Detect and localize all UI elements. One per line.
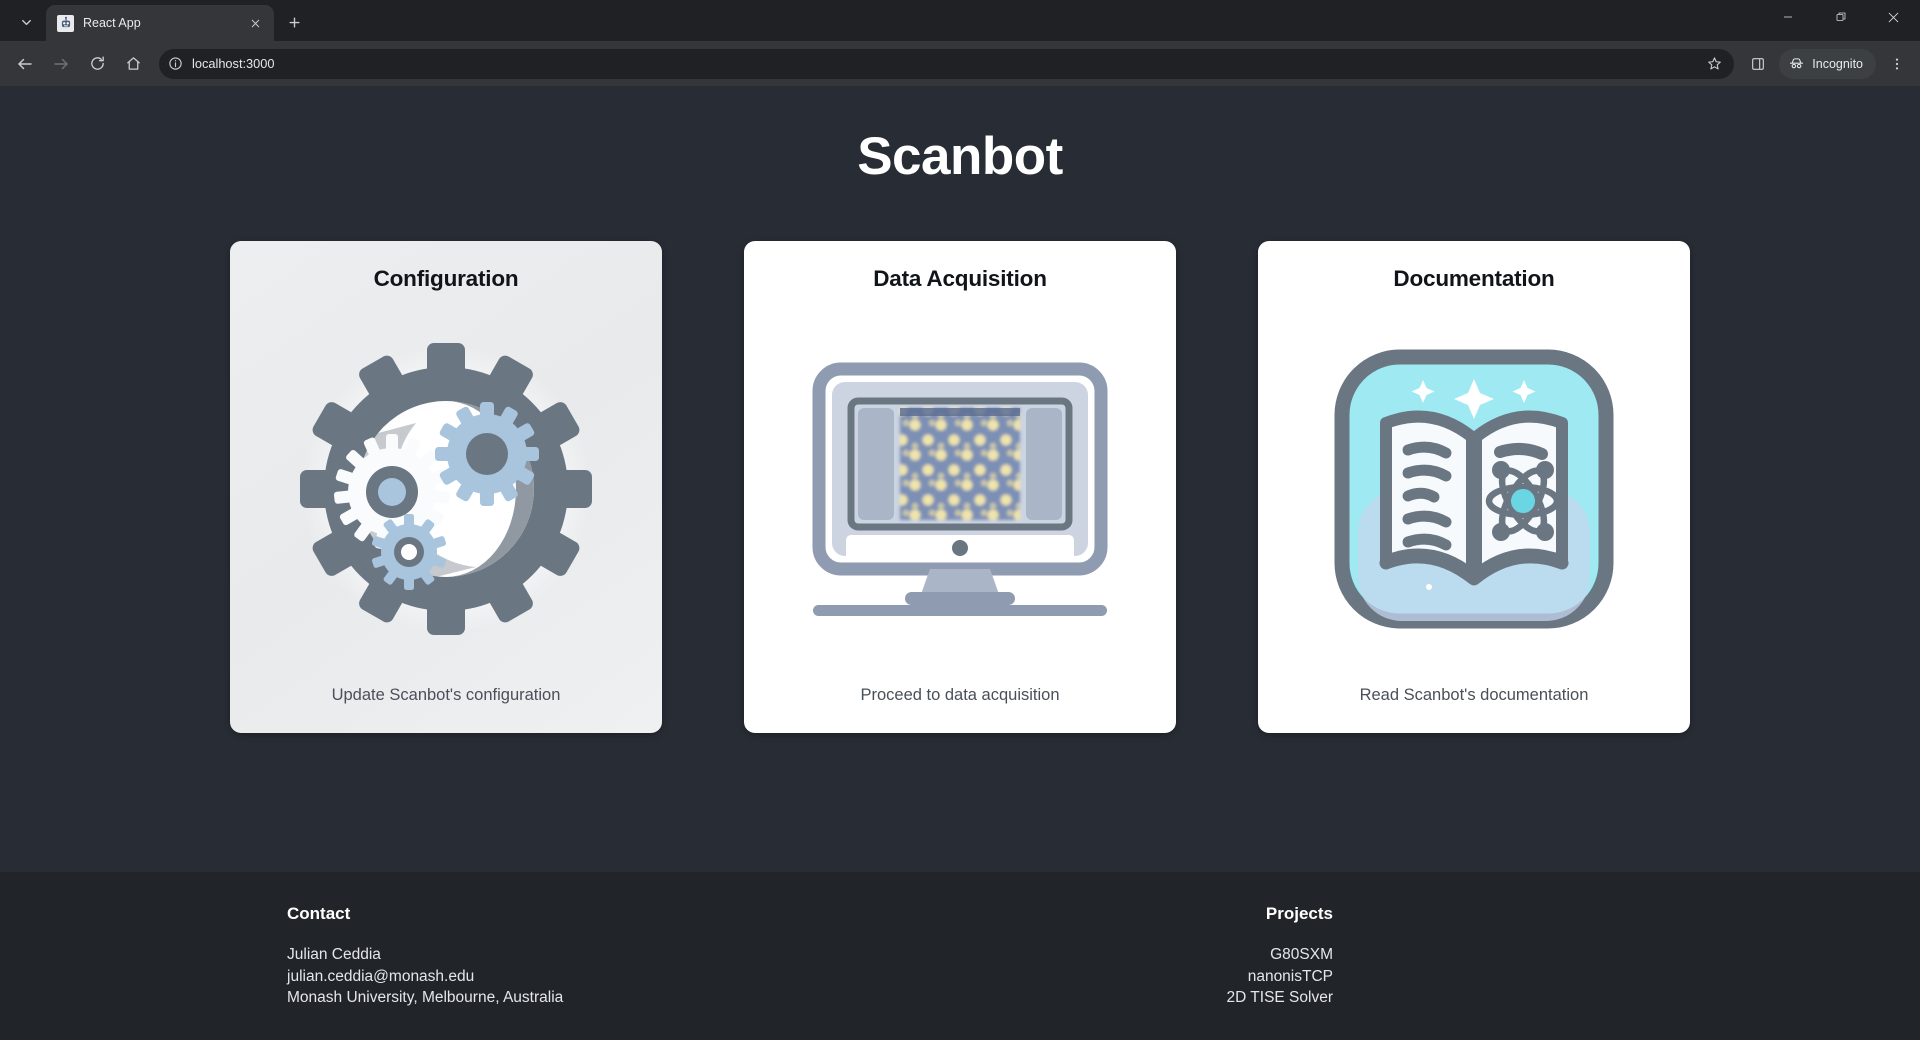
window-close-button[interactable] <box>1867 0 1920 34</box>
info-circle-icon[interactable] <box>168 56 183 71</box>
footer-contact-column: Contact Julian Ceddia julian.ceddia@mona… <box>287 904 563 1040</box>
footer-project-link[interactable]: G80SXM <box>1270 944 1333 966</box>
address-bar[interactable]: localhost:3000 <box>159 48 1735 79</box>
window-maximize-button[interactable] <box>1814 0 1867 34</box>
close-icon <box>251 19 259 27</box>
tab-title: React App <box>83 16 141 30</box>
page-viewport: Scanbot Configuration Update Scanbot's c… <box>0 86 1920 1040</box>
split-view-button[interactable] <box>1743 49 1773 79</box>
card-title: Configuration <box>373 266 519 291</box>
back-button[interactable] <box>8 47 42 81</box>
incognito-indicator[interactable]: Incognito <box>1779 48 1876 79</box>
plus-icon <box>289 17 300 28</box>
footer-contact-affiliation: Monash University, Melbourne, Australia <box>287 989 564 1006</box>
restore-icon <box>1836 12 1845 21</box>
bookmark-button[interactable] <box>1700 50 1728 78</box>
card-art <box>244 292 648 686</box>
arrow-right-icon <box>54 58 68 69</box>
browser-menu-button[interactable] <box>1882 49 1912 79</box>
browser-tab[interactable]: React App <box>46 5 274 41</box>
minimize-icon <box>1783 16 1792 18</box>
footer-project-link[interactable]: 2D TISE Solver <box>1226 987 1333 1009</box>
tab-strip: React App <box>0 0 1920 41</box>
incognito-label: Incognito <box>1812 56 1863 71</box>
tab-search-button[interactable] <box>6 6 46 38</box>
gears-icon <box>300 343 592 635</box>
window-controls <box>1761 0 1920 41</box>
incognito-hat-icon <box>1790 58 1804 69</box>
home-icon <box>126 57 140 70</box>
browser-toolbar: localhost:3000 Incognito <box>0 41 1920 86</box>
forward-button[interactable] <box>44 47 78 81</box>
window-minimize-button[interactable] <box>1761 0 1814 34</box>
footer-contact-email: julian.ceddia@monash.edu <box>287 967 475 985</box>
reload-icon <box>90 56 104 70</box>
new-tab-button[interactable] <box>280 8 309 37</box>
card-art <box>758 292 1162 686</box>
card-subtitle: Proceed to data acquisition <box>860 686 1060 704</box>
monitor-stm-scan-icon <box>812 362 1108 616</box>
card-data-acquisition[interactable]: Data Acquisition Proceed to data acquisi… <box>744 241 1176 733</box>
close-icon <box>1888 12 1899 22</box>
side-panel-icon <box>1752 57 1765 70</box>
footer-contact-heading: Contact <box>287 904 351 923</box>
card-subtitle: Read Scanbot's documentation <box>1359 686 1589 704</box>
address-bar-url[interactable]: localhost:3000 <box>192 56 1691 71</box>
kebab-menu-icon <box>1895 58 1899 69</box>
footer-projects-column: Projects G80SXM nanonisTCP 2D TISE Solve… <box>1226 904 1333 1040</box>
open-book-atom-icon <box>1334 349 1614 629</box>
card-documentation[interactable]: Documentation Read Scanbot's documentati… <box>1258 241 1690 733</box>
address-bar-actions <box>1700 50 1730 78</box>
robot-favicon <box>57 14 74 32</box>
arrow-left-icon <box>18 58 32 69</box>
card-configuration[interactable]: Configuration Update Scanbot's configura… <box>230 241 662 733</box>
footer-contact-name: Julian Ceddia <box>287 946 381 963</box>
page-footer: Contact Julian Ceddia julian.ceddia@mona… <box>0 872 1920 1040</box>
chevron-down-icon <box>21 19 31 25</box>
card-subtitle: Update Scanbot's configuration <box>331 686 561 704</box>
home-button[interactable] <box>116 47 150 81</box>
browser-window: React App localhost:3000 Incognito Scanb… <box>0 0 1920 1040</box>
tab-close-button[interactable] <box>245 13 265 33</box>
page-title: Scanbot <box>857 127 1063 186</box>
reload-button[interactable] <box>80 47 114 81</box>
card-title: Documentation <box>1393 266 1555 291</box>
card-grid: Configuration Update Scanbot's configura… <box>230 241 1690 733</box>
footer-project-link[interactable]: nanonisTCP <box>1248 966 1333 988</box>
footer-projects-heading: Projects <box>1265 904 1333 923</box>
star-icon <box>1707 57 1721 70</box>
card-title: Data Acquisition <box>873 266 1047 291</box>
card-art <box>1272 292 1676 686</box>
app-main: Scanbot Configuration Update Scanbot's c… <box>0 86 1920 872</box>
